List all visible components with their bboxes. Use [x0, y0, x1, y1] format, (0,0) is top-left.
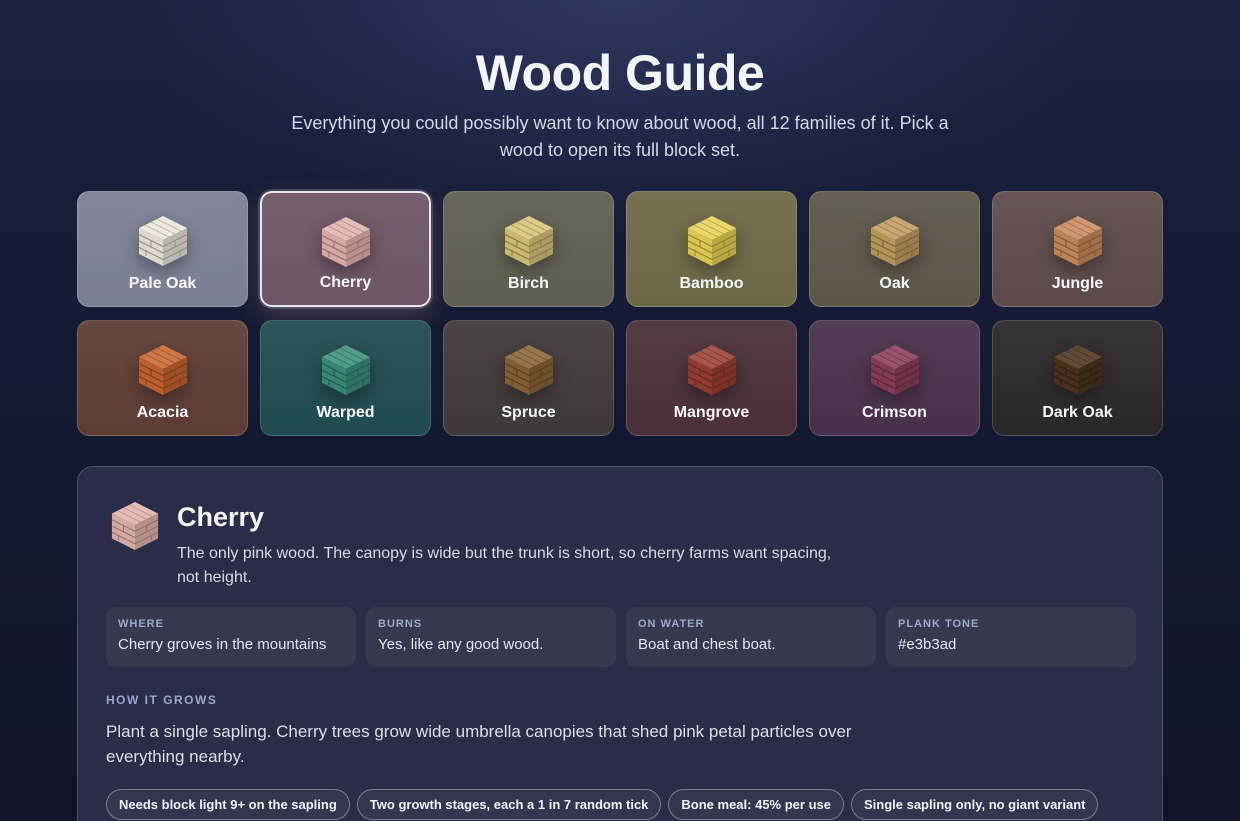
detail-panel: Cherry The only pink wood. The canopy is… [77, 466, 1163, 821]
grow-heading: HOW IT GROWS [106, 693, 218, 707]
plank-block-icon [870, 345, 919, 395]
plank-block-icon [138, 216, 187, 266]
plank-block-icon [1053, 345, 1102, 395]
wood-grid: Pale Oak Cherry Birch Bamboo Oak Jungle Acacia… [77, 191, 1163, 436]
stat-card-where: WHERE Cherry groves in the mountains [106, 607, 356, 667]
stat-label: BURNS [378, 618, 423, 630]
plank-block-icon [321, 217, 370, 267]
stat-value: Boat and chest boat. [638, 636, 776, 653]
detail-description: The only pink wood. The canopy is wide b… [177, 545, 832, 586]
wood-tile-bamboo[interactable]: Bamboo [626, 191, 797, 307]
stat-cards: WHERE Cherry groves in the mountains BUR… [106, 607, 1136, 667]
wood-tile-label: Oak [879, 275, 910, 292]
chip-bone-meal: Bone meal: 45% per use [668, 789, 844, 820]
wood-tile-label: Bamboo [679, 275, 744, 292]
wood-tile-spruce[interactable]: Spruce [443, 320, 614, 436]
stat-label: PLANK TONE [898, 618, 980, 630]
wood-tile-label: Mangrove [673, 404, 750, 421]
wood-tile-pale-oak[interactable]: Pale Oak [77, 191, 248, 307]
wood-tile-label: Crimson [862, 404, 927, 421]
grow-chips: Needs block light 9+ on the sapling Two … [106, 789, 1099, 820]
wood-tile-label: Dark Oak [1042, 404, 1113, 421]
stat-value: Yes, like any good wood. [378, 636, 544, 653]
stat-card-on-water: ON WATER Boat and chest boat. [626, 607, 876, 667]
stat-label: WHERE [118, 618, 164, 630]
plank-block-icon [111, 501, 159, 551]
wood-tile-label: Cherry [319, 274, 372, 291]
wood-tile-label: Spruce [501, 404, 556, 421]
stat-label: ON WATER [638, 618, 705, 630]
wood-tile-label: Pale Oak [128, 275, 197, 292]
chip-sapling: Single sapling only, no giant variant [850, 789, 1099, 820]
chip-growth-stages: Two growth stages, each a 1 in 7 random … [356, 789, 662, 820]
plank-block-icon [138, 345, 187, 395]
stat-card-plank-tone: PLANK TONE #e3b3ad [886, 607, 1136, 667]
wood-tile-mangrove[interactable]: Mangrove [626, 320, 797, 436]
plank-block-icon [1053, 216, 1102, 266]
page-title: Wood Guide [475, 45, 765, 101]
wood-tile-warped[interactable]: Warped [260, 320, 431, 436]
plank-block-icon [687, 216, 736, 266]
wood-tile-label: Birch [508, 275, 549, 292]
stat-value: Cherry groves in the mountains [118, 636, 327, 653]
stat-value: #e3b3ad [898, 636, 957, 653]
wood-tile-label: Jungle [1051, 275, 1104, 292]
plank-block-icon [504, 345, 553, 395]
plank-block-icon [321, 345, 370, 395]
wood-tile-label: Acacia [136, 404, 189, 421]
wood-tile-crimson[interactable]: Crimson [809, 320, 980, 436]
grow-description: Plant a single sapling. Cherry trees gro… [106, 722, 852, 766]
plank-block-icon [504, 216, 553, 266]
plank-block-icon [687, 345, 736, 395]
plank-block-icon [870, 216, 919, 266]
chip-light: Needs block light 9+ on the sapling [106, 789, 350, 820]
wood-tile-dark-oak[interactable]: Dark Oak [992, 320, 1163, 436]
page-subtitle: Everything you could possibly want to kn… [291, 113, 949, 160]
wood-tile-birch[interactable]: Birch [443, 191, 614, 307]
wood-tile-label: Warped [316, 404, 375, 421]
wood-tile-oak[interactable]: Oak [809, 191, 980, 307]
wood-tile-jungle[interactable]: Jungle [992, 191, 1163, 307]
wood-tile-acacia[interactable]: Acacia [77, 320, 248, 436]
detail-title: Cherry [177, 502, 265, 532]
stat-card-burns: BURNS Yes, like any good wood. [366, 607, 616, 667]
wood-tile-cherry[interactable]: Cherry [260, 191, 431, 307]
